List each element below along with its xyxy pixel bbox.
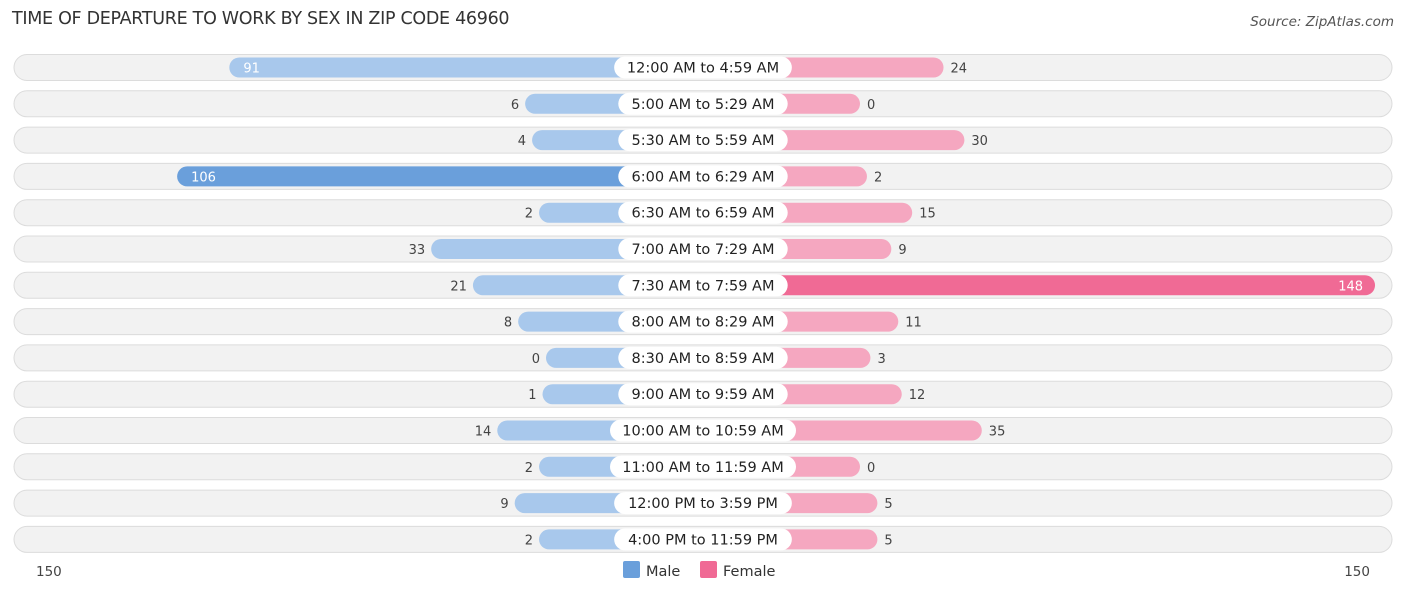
value-label-female: 24 — [951, 62, 968, 77]
value-label-female: 5 — [884, 533, 892, 548]
category-label: 7:00 AM to 7:29 AM — [632, 242, 775, 258]
category-label: 12:00 PM to 3:59 PM — [628, 496, 778, 512]
category-label: 8:00 AM to 8:29 AM — [632, 315, 775, 331]
category-label: 8:30 AM to 8:59 AM — [632, 351, 775, 367]
chart-row: 5:30 AM to 5:59 AM 4 30 — [13, 126, 1393, 154]
bar-female — [703, 275, 1376, 296]
category-label: 9:00 AM to 9:59 AM — [632, 387, 775, 403]
chart-row: 9:00 AM to 9:59 AM 1 12 — [13, 380, 1393, 408]
value-label-female: 15 — [919, 207, 936, 222]
value-label-male: 33 — [409, 243, 426, 258]
axis-label-right: 150 — [1344, 564, 1370, 580]
value-label-male: 91 — [243, 62, 260, 77]
category-label: 6:30 AM to 6:59 AM — [632, 206, 775, 222]
value-label-male: 4 — [518, 134, 526, 149]
chart-svg: 12:00 AM to 4:59 AM91 245:00 AM to 5:29 A… — [13, 54, 1393, 580]
value-label-female: 30 — [971, 134, 988, 149]
chart-rows: 12:00 AM to 4:59 AM91 245:00 AM to 5:29 A… — [13, 54, 1393, 553]
axis-label-left: 150 — [36, 564, 62, 580]
value-label-female: 0 — [867, 461, 875, 476]
value-label-female: 35 — [989, 425, 1006, 440]
category-label: 7:30 AM to 7:59 AM — [632, 278, 775, 294]
chart-row: 7:30 AM to 7:59 AM 21 148 — [13, 271, 1393, 299]
chart-row: 12:00 PM to 3:59 PM 9 5 — [13, 489, 1393, 517]
value-label-male: 21 — [450, 279, 467, 294]
legend-label-female: Female — [723, 564, 776, 580]
chart-row: 7:00 AM to 7:29 AM 33 9 — [13, 235, 1393, 263]
category-label: 12:00 AM to 4:59 AM — [627, 61, 779, 77]
value-label-female: 11 — [905, 316, 922, 331]
legend-label-male: Male — [646, 564, 680, 580]
value-label-female: 9 — [898, 243, 906, 258]
value-label-female: 2 — [874, 170, 882, 185]
chart-row: 8:00 AM to 8:29 AM 8 11 — [13, 308, 1393, 336]
value-label-male: 1 — [528, 388, 536, 403]
value-label-male: 8 — [504, 316, 512, 331]
value-label-male: 2 — [525, 207, 533, 222]
value-label-female: 148 — [1338, 279, 1363, 294]
chart-row: 4:00 PM to 11:59 PM 2 5 — [13, 525, 1393, 553]
chart-row: 11:00 AM to 11:59 AM 2 0 — [13, 453, 1393, 481]
chart-row: 6:00 AM to 6:29 AM 106 2 — [13, 162, 1393, 190]
legend-swatch-male — [623, 561, 640, 578]
value-label-male: 106 — [191, 170, 216, 185]
value-label-female: 3 — [877, 352, 885, 367]
value-label-male: 0 — [532, 352, 540, 367]
chart-row: 12:00 AM to 4:59 AM 91 24 — [13, 54, 1393, 81]
category-label: 6:00 AM to 6:29 AM — [632, 169, 775, 185]
legend-swatch-female — [700, 561, 717, 578]
category-label: 5:30 AM to 5:59 AM — [632, 133, 775, 149]
category-label: 11:00 AM to 11:59 AM — [622, 460, 783, 476]
category-label: 10:00 AM to 10:59 AM — [622, 424, 783, 440]
value-label-male: 14 — [475, 425, 492, 440]
category-label: 4:00 PM to 11:59 PM — [628, 532, 778, 548]
chart-row: 10:00 AM to 10:59 AM 14 35 — [13, 417, 1393, 444]
legend: Male Female — [623, 561, 776, 580]
value-label-male: 9 — [500, 497, 508, 512]
chart-row: 6:30 AM to 6:59 AM 2 15 — [13, 199, 1393, 227]
value-label-female: 12 — [909, 388, 926, 403]
value-label-male: 6 — [511, 98, 519, 113]
value-label-male: 2 — [525, 461, 533, 476]
chart-row: 8:30 AM to 8:59 AM 0 3 — [13, 344, 1393, 372]
value-label-female: 0 — [867, 98, 875, 113]
value-label-male: 2 — [525, 533, 533, 548]
category-label: 5:00 AM to 5:29 AM — [632, 97, 775, 113]
value-label-female: 5 — [884, 497, 892, 512]
chart-row: 5:00 AM to 5:29 AM 6 0 — [13, 90, 1393, 118]
